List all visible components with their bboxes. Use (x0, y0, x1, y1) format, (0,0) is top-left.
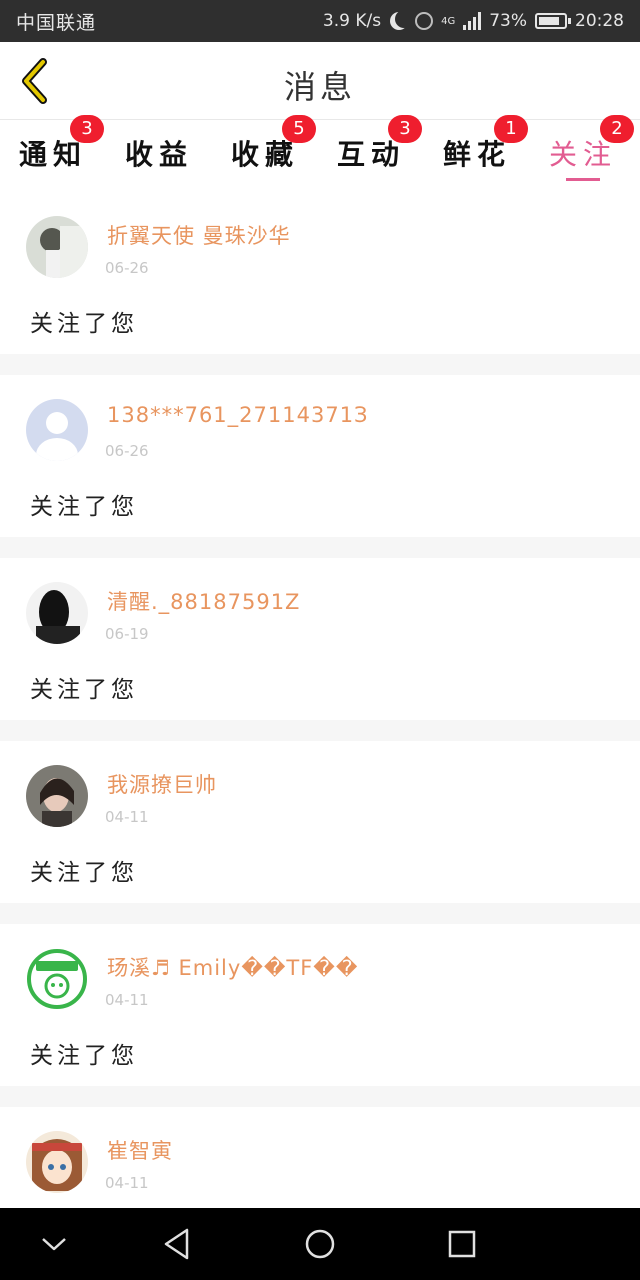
follow-message: 关注了您 (30, 311, 138, 337)
avatar[interactable] (26, 765, 88, 827)
follow-item[interactable]: 玚溪♬ Emily��TF�� 04-11 关注了您 (0, 924, 640, 1086)
tab-badge: 3 (70, 115, 104, 143)
follow-date: 06-26 (105, 259, 149, 277)
follow-message: 关注了您 (30, 677, 138, 703)
follow-message: 关注了您 (30, 860, 138, 886)
user-name[interactable]: 折翼天使 曼珠沙华 (107, 220, 291, 250)
do-not-disturb-icon (395, 10, 413, 28)
follow-message: 关注了您 (30, 1043, 138, 1069)
alarm-icon (415, 12, 434, 30)
circle-home-icon[interactable] (298, 1222, 342, 1266)
active-tab-indicator (566, 178, 600, 181)
network-speed: 3.9 K/s (322, 11, 382, 31)
system-nav-bar (0, 1208, 640, 1280)
square-recent-icon[interactable] (440, 1222, 484, 1266)
avatar[interactable] (26, 216, 88, 278)
status-bar: 中国联通 3.9 K/s 4G 73% 20:28 (0, 0, 640, 42)
follow-message: 关注了您 (30, 494, 138, 520)
tab-2[interactable]: 收藏 5 (212, 115, 318, 192)
follow-item[interactable]: 我源撩巨帅 04-11 关注了您 (0, 741, 640, 903)
network-type: 4G (441, 15, 456, 27)
page-title: 消息 (283, 68, 356, 106)
user-name[interactable]: 我源撩巨帅 (107, 769, 217, 799)
tab-badge: 5 (282, 115, 316, 143)
user-name[interactable]: 清醒._88187591Z (107, 586, 300, 616)
tab-1[interactable]: 收益 (106, 120, 212, 192)
follow-date: 04-11 (105, 991, 149, 1009)
avatar[interactable] (26, 948, 88, 1010)
tab-bar: 通知 3 收益 收藏 5 互动 3 鲜花 1 关注 2 (0, 115, 640, 192)
follow-date: 04-11 (105, 1174, 149, 1192)
avatar[interactable] (26, 399, 88, 461)
clock: 20:28 (575, 11, 624, 31)
triangle-back-icon[interactable] (156, 1222, 200, 1266)
battery-icon (535, 13, 571, 29)
tab-badge: 1 (494, 115, 528, 143)
tab-badge: 2 (600, 115, 634, 143)
tab-3[interactable]: 互动 3 (318, 115, 424, 192)
user-name[interactable]: 玚溪♬ Emily��TF�� (107, 952, 358, 982)
tab-badge: 3 (388, 115, 422, 143)
tab-0[interactable]: 通知 3 (0, 115, 106, 192)
follow-date: 06-19 (105, 625, 149, 643)
header: 消息 (0, 42, 640, 120)
follow-item[interactable]: 折翼天使 曼珠沙华 06-26 关注了您 (0, 192, 640, 354)
avatar[interactable] (26, 582, 88, 644)
follow-date: 04-11 (105, 808, 149, 826)
avatar[interactable] (26, 1131, 88, 1193)
user-name[interactable]: 138***761_27114371З (107, 403, 369, 427)
tab-5[interactable]: 关注 2 (530, 115, 636, 192)
battery-percent: 73% (489, 11, 527, 31)
tab-label: 收益 (124, 138, 193, 171)
user-name[interactable]: 崔智寅 (107, 1135, 173, 1165)
signal-icon (463, 12, 482, 30)
follow-date: 06-26 (105, 442, 149, 460)
tab-4[interactable]: 鲜花 1 (424, 115, 530, 192)
chevron-down-icon[interactable] (32, 1222, 76, 1266)
follow-item[interactable]: 138***761_27114371З 06-26 关注了您 (0, 375, 640, 537)
follow-item[interactable]: 清醒._88187591Z 06-19 关注了您 (0, 558, 640, 720)
carrier-name: 中国联通 (16, 11, 97, 34)
